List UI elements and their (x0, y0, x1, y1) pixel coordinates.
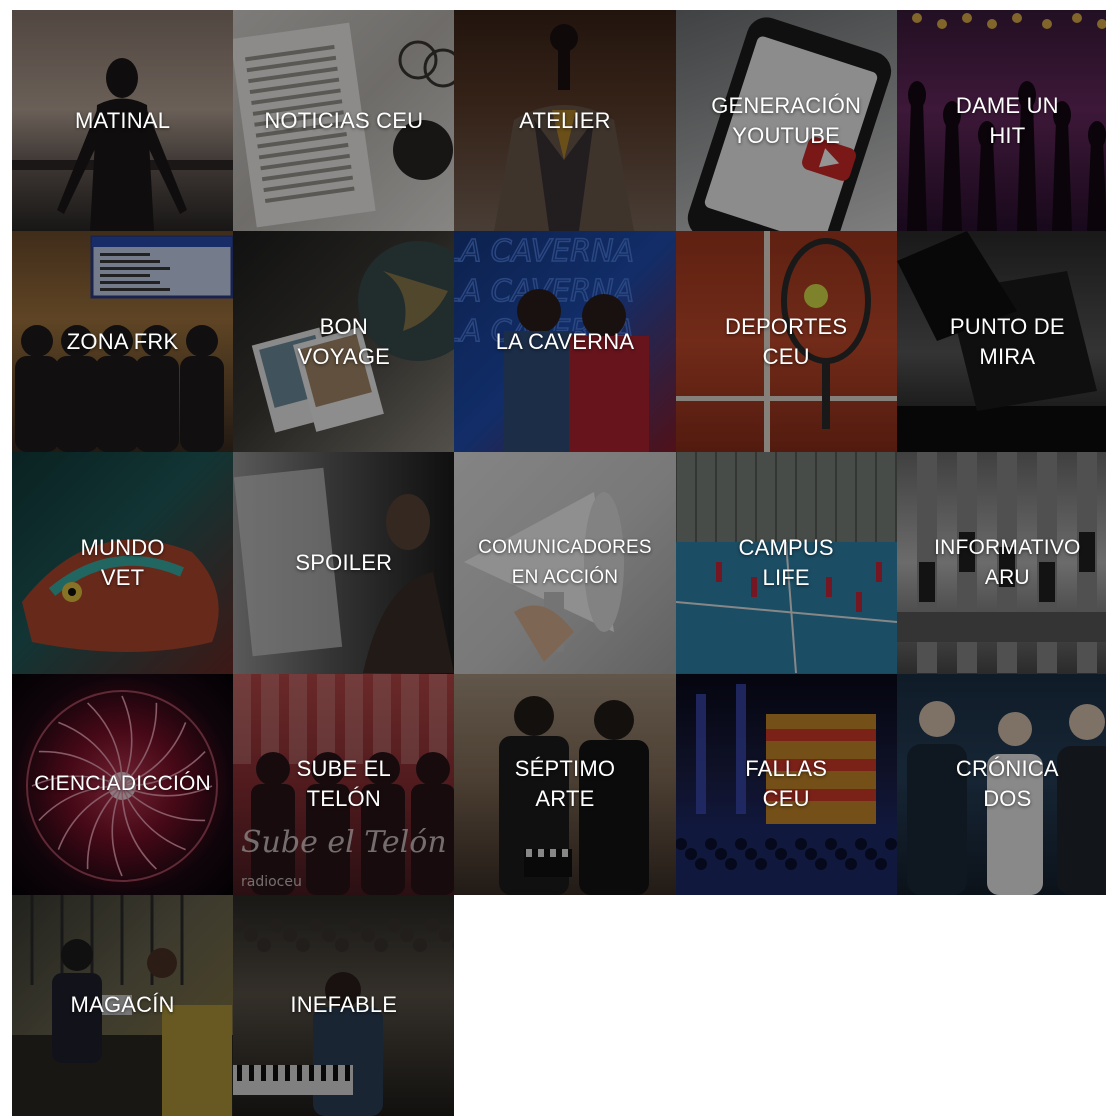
program-tile[interactable]: ZONA FRK (12, 231, 234, 453)
program-tile[interactable]: SPOILER (233, 452, 455, 674)
program-tile[interactable]: DAME UN HIT (896, 10, 1106, 232)
program-tile[interactable]: DEPORTES CEU (675, 231, 897, 453)
program-title: BON VOYAGE (297, 313, 391, 369)
program-title: ATELIER (519, 107, 611, 133)
program-title: SPOILER (295, 549, 393, 575)
program-title: NOTICIAS CEU (264, 107, 424, 133)
program-tile[interactable]: CAMPUS LIFE (675, 452, 897, 674)
program-title: MUNDO VET (80, 534, 165, 590)
program-tile[interactable]: LA CAVERNA LA CAVERNA LA CAVERNA LA CAVERNA (454, 231, 676, 453)
program-title: GENERACIÓN YOUTUBE (711, 92, 862, 148)
program-tile[interactable]: CRÓNICA DOS (896, 673, 1106, 895)
program-title: PUNTO DE MIRA (949, 313, 1065, 369)
program-title: CIENCIADICCIÓN (34, 772, 211, 796)
program-title: CRÓNICA DOS (955, 756, 1059, 812)
program-tile[interactable]: CIENCIADICCIÓN (12, 673, 234, 895)
program-tile[interactable]: GENERACIÓN YOUTUBE (675, 10, 897, 232)
program-title: INFORMATIVO ARU (934, 535, 1081, 589)
program-title: MATINAL (75, 107, 171, 133)
program-tile[interactable]: ATELIER (454, 10, 676, 232)
program-title: SUBE EL TELÓN (296, 756, 391, 812)
program-title: INEFABLE (290, 992, 398, 1018)
program-tile[interactable]: MUNDO VET (12, 452, 234, 674)
program-tile[interactable]: BON VOYAGE (233, 231, 455, 453)
program-tile[interactable]: SÉPTIMO ARTE (454, 673, 676, 895)
program-title: ZONA FRK (66, 328, 179, 354)
program-tile[interactable]: MAGACÍN (12, 894, 234, 1116)
program-title: DAME UN HIT (955, 92, 1059, 148)
program-title: CAMPUS LIFE (738, 534, 834, 590)
program-title: DEPORTES CEU (725, 313, 848, 369)
program-title: LA CAVERNA (495, 328, 635, 354)
program-tile[interactable]: NOTICIAS CEU (233, 10, 455, 232)
program-tile[interactable]: Sube el Telón radioceu SUBE EL TELÓN (233, 673, 455, 895)
program-title: SÉPTIMO ARTE (514, 756, 616, 812)
program-title: MAGACÍN (70, 992, 175, 1018)
program-title: COMUNICADORES EN ACCIÓN (478, 536, 652, 588)
programs-grid: MATINAL NOTICIAS CEU ATELIER GENERACIÓN YOU… (12, 10, 1106, 1116)
program-title: FALLAS CEU (745, 756, 828, 812)
program-tile[interactable]: FALLAS CEU (675, 673, 897, 895)
program-tile[interactable]: INEFABLE (233, 894, 455, 1116)
program-tile[interactable]: PUNTO DE MIRA (896, 231, 1106, 453)
program-tile[interactable]: INFORMATIVO ARU (896, 452, 1106, 674)
program-tile[interactable]: MATINAL (12, 10, 234, 232)
program-tile[interactable]: COMUNICADORES EN ACCIÓN (454, 452, 676, 674)
